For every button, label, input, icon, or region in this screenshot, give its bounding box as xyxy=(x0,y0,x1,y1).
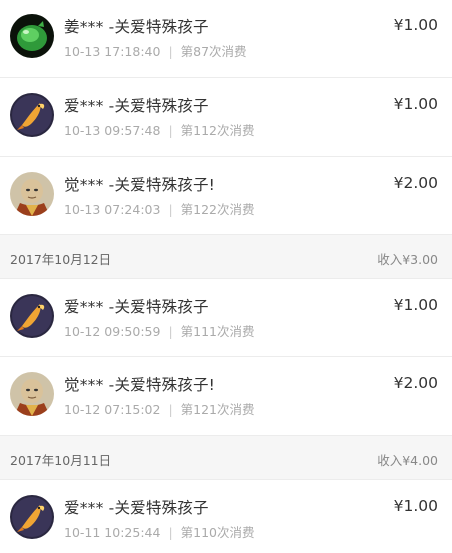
koi-fish-avatar xyxy=(10,495,54,539)
meta-divider: | xyxy=(168,402,173,417)
transaction-amount: ¥1.00 xyxy=(393,497,438,515)
meta-divider: | xyxy=(168,44,173,59)
meta-divider: | xyxy=(168,202,173,217)
koi-fish-avatar xyxy=(10,294,54,338)
transaction-row[interactable]: 觉*** -关爱特殊孩子! 10-12 07:15:02 | 第121次消费 ¥2.… xyxy=(0,357,452,436)
transaction-time: 10-13 07:24:03 xyxy=(64,202,161,217)
date-group-header: 2017年10月11日 收入¥4.00 xyxy=(0,436,452,480)
group-date: 2017年10月12日 xyxy=(10,252,112,267)
transaction-count: 第111次消费 xyxy=(180,324,255,339)
transaction-amount: ¥1.00 xyxy=(393,16,438,34)
transaction-amount: ¥1.00 xyxy=(393,296,438,314)
transaction-time: 10-13 17:18:40 xyxy=(64,44,161,59)
transaction-time: 10-13 09:57:48 xyxy=(64,123,161,138)
transaction-title: 爱*** -关爱特殊孩子 xyxy=(64,298,209,316)
monk-avatar xyxy=(10,172,54,216)
transaction-title: 爱*** -关爱特殊孩子 xyxy=(64,97,209,115)
transaction-title: 姜*** -关爱特殊孩子 xyxy=(64,18,209,36)
transaction-amount: ¥2.00 xyxy=(393,174,438,192)
group-income: 收入¥3.00 xyxy=(377,252,438,267)
transaction-count: 第110次消费 xyxy=(180,525,255,540)
transaction-row[interactable]: 爱*** -关爱特殊孩子 10-11 10:25:44 | 第110次消费 ¥1.0… xyxy=(0,480,452,553)
group-date: 2017年10月11日 xyxy=(10,453,112,468)
green-jade-avatar xyxy=(10,14,54,58)
group-income: 收入¥4.00 xyxy=(377,453,438,468)
transaction-row[interactable]: 爱*** -关爱特殊孩子 10-12 09:50:59 | 第111次消费 ¥1.0… xyxy=(0,279,452,357)
transaction-title: 爱*** -关爱特殊孩子 xyxy=(64,499,209,517)
transaction-count: 第87次消费 xyxy=(180,44,247,59)
transaction-time: 10-11 10:25:44 xyxy=(64,525,161,540)
transaction-count: 第121次消费 xyxy=(180,402,255,417)
meta-divider: | xyxy=(168,525,173,540)
transaction-meta: 10-12 07:15:02 | 第121次消费 xyxy=(64,399,255,418)
transaction-meta: 10-13 17:18:40 | 第87次消费 xyxy=(64,41,247,60)
transaction-count: 第112次消费 xyxy=(180,123,255,138)
transaction-row[interactable]: 姜*** -关爱特殊孩子 10-13 17:18:40 | 第87次消费 ¥1.00 xyxy=(0,0,452,78)
transaction-row[interactable]: 爱*** -关爱特殊孩子 10-13 09:57:48 | 第112次消费 ¥1.0… xyxy=(0,78,452,157)
transaction-count: 第122次消费 xyxy=(180,202,255,217)
transaction-row[interactable]: 觉*** -关爱特殊孩子! 10-13 07:24:03 | 第122次消费 ¥2.… xyxy=(0,157,452,235)
transaction-meta: 10-11 10:25:44 | 第110次消费 xyxy=(64,522,255,541)
meta-divider: | xyxy=(168,123,173,138)
transaction-title: 觉*** -关爱特殊孩子! xyxy=(64,176,216,194)
transaction-list: 姜*** -关爱特殊孩子 10-13 17:18:40 | 第87次消费 ¥1.00… xyxy=(0,0,452,553)
transaction-title: 觉*** -关爱特殊孩子! xyxy=(64,376,216,394)
transaction-meta: 10-13 09:57:48 | 第112次消费 xyxy=(64,120,255,139)
transaction-amount: ¥2.00 xyxy=(393,374,438,392)
monk-avatar xyxy=(10,372,54,416)
transaction-meta: 10-13 07:24:03 | 第122次消费 xyxy=(64,199,255,218)
date-group-header: 2017年10月12日 收入¥3.00 xyxy=(0,235,452,279)
koi-fish-avatar xyxy=(10,93,54,137)
meta-divider: | xyxy=(168,324,173,339)
transaction-time: 10-12 07:15:02 xyxy=(64,402,161,417)
transaction-amount: ¥1.00 xyxy=(393,95,438,113)
transaction-meta: 10-12 09:50:59 | 第111次消费 xyxy=(64,321,255,340)
transaction-time: 10-12 09:50:59 xyxy=(64,324,161,339)
